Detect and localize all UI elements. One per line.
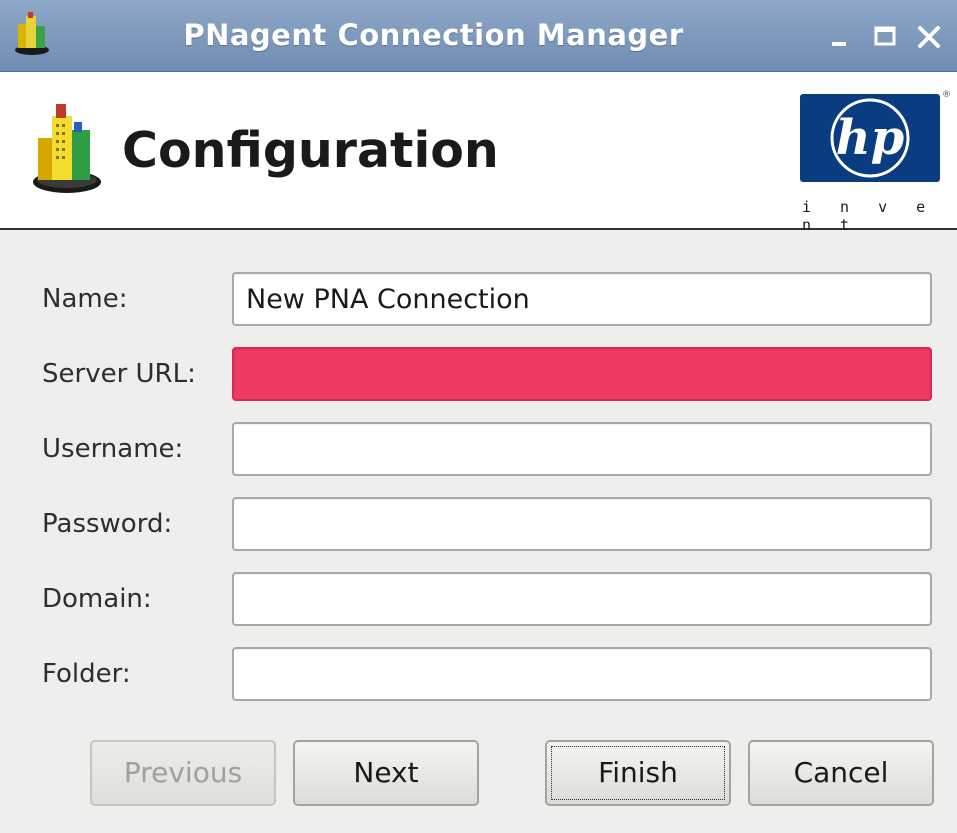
dialog-header: Configuration hp ® i n v e n t: [0, 72, 957, 234]
folder-field[interactable]: [232, 647, 932, 701]
maximize-icon[interactable]: [870, 22, 900, 52]
password-row: Password:: [0, 497, 957, 555]
server-url-field[interactable]: [232, 347, 932, 401]
name-label: Name:: [42, 284, 128, 314]
next-button[interactable]: Next: [293, 740, 479, 806]
finish-button-label: Finish: [598, 756, 678, 789]
folder-row: Folder:: [0, 647, 957, 705]
username-row: Username:: [0, 422, 957, 480]
hp-tagline: i n v e n t: [802, 198, 936, 234]
folder-label: Folder:: [42, 659, 131, 689]
username-field[interactable]: [232, 422, 932, 476]
finish-button[interactable]: Finish: [545, 740, 731, 806]
minimize-icon[interactable]: [826, 22, 856, 52]
window-title: PNagent Connection Manager: [183, 18, 684, 52]
server-url-row: Server URL:: [0, 347, 957, 405]
server-url-label: Server URL:: [42, 359, 196, 389]
password-label: Password:: [42, 509, 173, 539]
username-label: Username:: [42, 434, 184, 464]
domain-field[interactable]: [232, 572, 932, 626]
hp-logo-mark: hp: [800, 94, 940, 182]
domain-label: Domain:: [42, 584, 152, 614]
previous-button[interactable]: Previous: [90, 740, 276, 806]
registered-mark-icon: ®: [942, 90, 951, 100]
hp-logo: hp ® i n v e n t: [800, 90, 951, 234]
cancel-button[interactable]: Cancel: [748, 740, 934, 806]
title-bar: PNagent Connection Manager: [0, 0, 957, 72]
close-icon[interactable]: [914, 22, 944, 52]
page-title: Configuration: [122, 122, 499, 179]
buildings-icon: [33, 104, 101, 193]
name-field[interactable]: [232, 272, 932, 326]
password-field[interactable]: [232, 497, 932, 551]
name-row: Name:: [0, 272, 957, 330]
domain-row: Domain:: [0, 572, 957, 630]
hp-logo-text: hp: [836, 110, 904, 166]
